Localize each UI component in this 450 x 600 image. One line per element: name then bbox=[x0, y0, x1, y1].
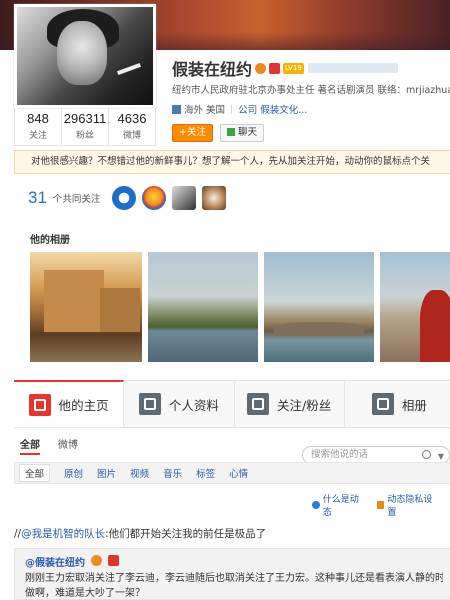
person-icon bbox=[138, 393, 161, 415]
filter-video[interactable]: 视频 bbox=[130, 466, 149, 480]
member-badge-icon bbox=[108, 555, 120, 566]
tab-album[interactable]: 相册 bbox=[345, 381, 450, 427]
filter-mood[interactable]: 心情 bbox=[229, 466, 248, 480]
common-follow-avatar[interactable] bbox=[202, 186, 227, 210]
common-follow-label: 个共同关注 bbox=[52, 194, 101, 205]
tab-home[interactable]: 他的主页 bbox=[14, 380, 125, 427]
follow-button[interactable]: +关注 bbox=[172, 124, 213, 142]
blurred-area bbox=[307, 63, 398, 73]
people-icon bbox=[247, 393, 270, 415]
home-icon bbox=[28, 393, 51, 416]
subnav-weibo[interactable]: 微博 bbox=[58, 436, 78, 455]
mention-link[interactable]: @我是机智的队长 bbox=[21, 528, 105, 540]
member-badge-icon[interactable] bbox=[269, 62, 281, 74]
chat-button[interactable]: 聊天 bbox=[220, 124, 265, 142]
activity-privacy-link[interactable]: 动态隐私设置 bbox=[376, 492, 440, 518]
album-photo[interactable] bbox=[380, 252, 450, 362]
repost-text-line: 做啊，难道是大吵了一架？ bbox=[25, 588, 145, 599]
follow-invite-banner: 对他很感兴趣？不想错过他的新鲜事儿？想了解一个人，先从加关注开始，动动你的鼠标点… bbox=[14, 150, 450, 174]
common-follow-count[interactable]: 31 bbox=[28, 188, 47, 208]
repost-author-link[interactable]: @假装在纽约 bbox=[25, 558, 85, 569]
post-text: //@我是机智的队长:他们都开始关注我的前任是极品了 bbox=[14, 528, 267, 540]
stat-posts[interactable]: 4636 微博 bbox=[109, 107, 155, 145]
stat-followers[interactable]: 296311 粉丝 bbox=[62, 107, 109, 145]
filter-music[interactable]: 音乐 bbox=[163, 466, 182, 480]
feed-links: 什么是动态 动态隐私设置 bbox=[312, 492, 450, 518]
profile-tabs: 他的主页 个人资料 关注/粉丝 相册 bbox=[14, 380, 450, 428]
profile-name: 假装在纽约 bbox=[172, 60, 253, 79]
filter-original[interactable]: 原创 bbox=[64, 466, 83, 480]
what-is-activity-link[interactable]: 什么是动态 bbox=[312, 492, 367, 518]
company-link[interactable]: 公司 假装文化... bbox=[238, 102, 307, 116]
filter-bar: 全部 原创 图片 视频 音乐 标签 心情 bbox=[14, 462, 450, 484]
album-photo[interactable] bbox=[30, 252, 142, 362]
smile-badge-icon[interactable] bbox=[255, 62, 267, 74]
repost-text-line: 刚刚王力宏取消关注了李云迪，李云迪随后也取消关注了王力宏。这种事儿还是看表演人静… bbox=[25, 573, 443, 584]
common-follow-avatar[interactable] bbox=[172, 186, 197, 210]
reposted-card: @假装在纽约 刚刚王力宏取消关注了李云迪，李云迪随后也取消关注了王力宏。这种事儿… bbox=[14, 548, 450, 600]
profile-description: 纽约市人民政府驻北京办事处主任 著名话剧演员 联络：mrjiazhuang bbox=[172, 85, 450, 96]
album-title: 他的相册 bbox=[30, 235, 70, 246]
album-photo[interactable] bbox=[264, 252, 374, 362]
common-follow-avatar[interactable] bbox=[142, 186, 167, 210]
location-icon bbox=[172, 104, 181, 114]
subnav-all[interactable]: 全部 bbox=[20, 436, 40, 455]
help-icon bbox=[312, 501, 320, 509]
common-follows: 31 个共同关注 bbox=[28, 186, 227, 210]
smile-badge-icon bbox=[91, 555, 103, 566]
feed-subnav: 全部 微博 bbox=[20, 436, 96, 455]
profile-meta: 海外 美国 | 公司 假装文化... bbox=[172, 102, 307, 116]
profile-stats: 848 关注 296311 粉丝 4636 微博 bbox=[14, 106, 156, 146]
tab-profile-info[interactable]: 个人资料 bbox=[124, 381, 235, 427]
chat-icon bbox=[227, 128, 235, 136]
avatar[interactable] bbox=[14, 4, 156, 108]
location-text: 海外 美国 bbox=[184, 105, 226, 116]
common-follow-avatar[interactable] bbox=[112, 186, 137, 210]
filter-tags[interactable]: 标签 bbox=[196, 466, 215, 480]
filter-all[interactable]: 全部 bbox=[19, 464, 51, 482]
search-icon[interactable] bbox=[422, 450, 431, 459]
name-row: 假装在纽约 LV19 bbox=[172, 56, 398, 80]
stat-following[interactable]: 848 关注 bbox=[15, 107, 62, 145]
tab-follows[interactable]: 关注/粉丝 bbox=[235, 381, 345, 427]
level-badge[interactable]: LV19 bbox=[283, 62, 304, 74]
album-photo[interactable] bbox=[148, 252, 258, 362]
filter-pictures[interactable]: 图片 bbox=[97, 466, 116, 480]
lock-icon bbox=[376, 501, 385, 509]
camera-icon bbox=[371, 393, 394, 415]
